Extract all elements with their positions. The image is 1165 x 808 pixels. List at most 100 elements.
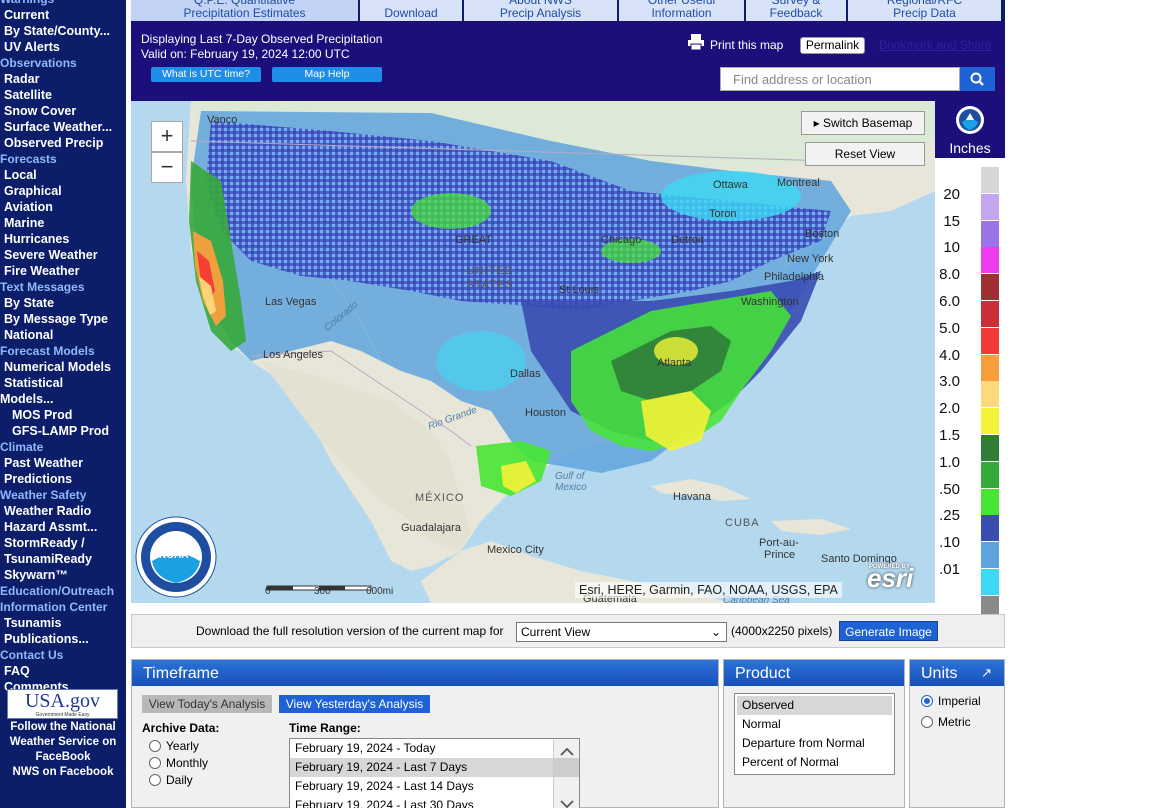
sidebar-item[interactable]: By Message Type (0, 311, 126, 327)
sidebar-item[interactable]: Satellite (0, 87, 126, 103)
sidebar-item[interactable]: Weather Radio (0, 503, 126, 519)
legend-value: 6.0 (939, 293, 960, 310)
location-search-input[interactable] (720, 67, 960, 91)
product-option[interactable]: Observed (737, 696, 892, 715)
sidebar-item[interactable]: Publications... (0, 631, 126, 647)
sidebar-item[interactable]: Forecasts (0, 151, 126, 167)
units-option[interactable]: Imperial (921, 694, 981, 708)
map-help-button[interactable]: Map Help (272, 67, 382, 82)
time-range-option[interactable]: February 19, 2024 - Last 30 Days (290, 796, 553, 808)
time-range-scrollbar[interactable] (553, 739, 579, 808)
sidebar-item[interactable]: GFS-LAMP Prod (0, 423, 126, 439)
time-range-option[interactable]: February 19, 2024 - Last 7 Days (290, 758, 553, 777)
sidebar-item[interactable]: Skywarn™ (0, 567, 126, 583)
nav-tab[interactable]: Survey & Feedback (746, 0, 848, 21)
sidebar-item[interactable]: Climate (0, 439, 126, 455)
reset-view-button[interactable]: Reset View (805, 142, 925, 166)
sidebar-item[interactable]: FAQ (0, 663, 126, 679)
sidebar-item[interactable]: Aviation (0, 199, 126, 215)
download-extent-select[interactable]: Current View ⌄ (516, 622, 727, 642)
sidebar-item[interactable]: Tsunamis (0, 615, 126, 631)
nav-tab[interactable]: Regional/RFC Precip Data (848, 0, 1003, 21)
archive-option[interactable]: Monthly (149, 756, 208, 770)
sidebar-item[interactable]: Hazard Assmt... (0, 519, 126, 535)
legend-value: .01 (939, 561, 960, 578)
time-range-list[interactable]: February 19, 2024 - Today February 19, 20… (289, 738, 580, 808)
sidebar-item[interactable]: UV Alerts (0, 39, 126, 55)
view-yesterday-button[interactable]: View Yesterday's Analysis (279, 695, 430, 713)
sidebar-item[interactable]: TsunamiReady (0, 551, 126, 567)
sidebar-item[interactable]: Fire Weather (0, 263, 126, 279)
bookmark-share-link[interactable]: Bookmark and Share (879, 38, 992, 52)
radio-icon[interactable] (149, 774, 161, 786)
sidebar-item[interactable]: National (0, 327, 126, 343)
switch-basemap-button[interactable]: ▸ Switch Basemap (801, 111, 925, 135)
zoom-out-button[interactable]: − (151, 152, 183, 183)
sidebar-item[interactable]: Warnings (0, 0, 126, 7)
sidebar-item[interactable]: Marine (0, 215, 126, 231)
sidebar-item[interactable]: Numerical Models (0, 359, 126, 375)
generate-image-button[interactable]: Generate Image (839, 621, 938, 641)
sidebar-item[interactable]: Past Weather (0, 455, 126, 471)
nav-tab[interactable]: Q.P.E. Quantitative Precipitation Estimat… (131, 0, 360, 21)
product-option[interactable]: Normal (737, 715, 892, 734)
radio-icon[interactable] (921, 695, 933, 707)
archive-option[interactable]: Daily (149, 773, 193, 787)
sidebar-item[interactable]: Graphical (0, 183, 126, 199)
switch-basemap-label: Switch Basemap (822, 116, 913, 130)
nav-tab[interactable]: Other Useful Information (619, 0, 746, 21)
sidebar-item[interactable]: Education/Outreach (0, 583, 126, 599)
radio-icon[interactable] (921, 716, 933, 728)
legend-value: .50 (939, 480, 960, 498)
product-list[interactable]: Observed Normal Departure from Normal Perce… (734, 693, 895, 775)
sidebar-item[interactable]: Severe Weather (0, 247, 126, 263)
units-option[interactable]: Metric (921, 715, 971, 729)
sidebar-item[interactable]: Observations (0, 55, 126, 71)
sidebar-item[interactable]: By State/County... (0, 23, 126, 39)
printer-icon[interactable] (687, 34, 705, 50)
nav-tab[interactable]: About NWS Precip Analysis (464, 0, 619, 21)
search-button[interactable] (960, 67, 995, 91)
nav-tab-line-2: Precipitation Estimates (183, 6, 306, 20)
sidebar-item[interactable]: By State (0, 295, 126, 311)
sidebar-item[interactable]: Information Center (0, 599, 126, 615)
usa-gov-logo[interactable]: USA.gov Government Made Easy (7, 689, 118, 719)
sidebar-item[interactable]: Surface Weather... (0, 119, 126, 135)
radio-icon[interactable] (149, 740, 161, 752)
sidebar-item[interactable]: MOS Prod (0, 407, 126, 423)
facebook-link[interactable]: NWS on Facebook (0, 765, 126, 780)
archive-option-label: Yearly (166, 739, 199, 753)
nav-tab[interactable]: Download (360, 0, 464, 21)
precipitation-map[interactable]: + − ▸ Switch Basemap Reset View Vanco Ot… (131, 101, 935, 603)
sidebar-item[interactable]: Weather Safety (0, 487, 126, 503)
radio-icon[interactable] (149, 757, 161, 769)
utc-help-button[interactable]: What is UTC time? (151, 67, 261, 82)
sidebar-item[interactable]: Local (0, 167, 126, 183)
sidebar-item[interactable]: Predictions (0, 471, 126, 487)
archive-option[interactable]: Yearly (149, 739, 199, 753)
sidebar-item[interactable]: Text Messages (0, 279, 126, 295)
time-range-option[interactable]: February 19, 2024 - Last 14 Days (290, 777, 553, 796)
sidebar-item[interactable]: Hurricanes (0, 231, 126, 247)
sidebar-item[interactable]: Snow Cover (0, 103, 126, 119)
zoom-in-button[interactable]: + (151, 121, 183, 152)
sidebar-item[interactable]: Observed Precip (0, 135, 126, 151)
sidebar-item[interactable]: StormReady / (0, 535, 126, 551)
sidebar-item[interactable]: Radar (0, 71, 126, 87)
product-option[interactable]: Departure from Normal (737, 734, 892, 753)
time-range-option[interactable]: February 19, 2024 - Today (290, 739, 553, 758)
view-today-button[interactable]: View Today's Analysis (142, 695, 272, 713)
search-icon (970, 72, 984, 86)
noaa-logo-icon (956, 106, 984, 134)
sidebar-item[interactable]: Current (0, 7, 126, 23)
expand-icon[interactable]: ↗ (981, 665, 992, 681)
permalink-button[interactable]: Permalink (800, 37, 865, 54)
print-map-link[interactable]: Print this map (710, 38, 783, 52)
sidebar-item[interactable]: Forecast Models (0, 343, 126, 359)
usa-gov-text: USA.gov (24, 690, 100, 712)
sidebar-item[interactable]: Models... (0, 391, 126, 407)
sidebar-item[interactable]: Statistical (0, 375, 126, 391)
label-guadalajara: Guadalajara (401, 522, 461, 534)
product-option[interactable]: Percent of Normal (737, 753, 892, 772)
sidebar-item[interactable]: Contact Us (0, 647, 126, 663)
